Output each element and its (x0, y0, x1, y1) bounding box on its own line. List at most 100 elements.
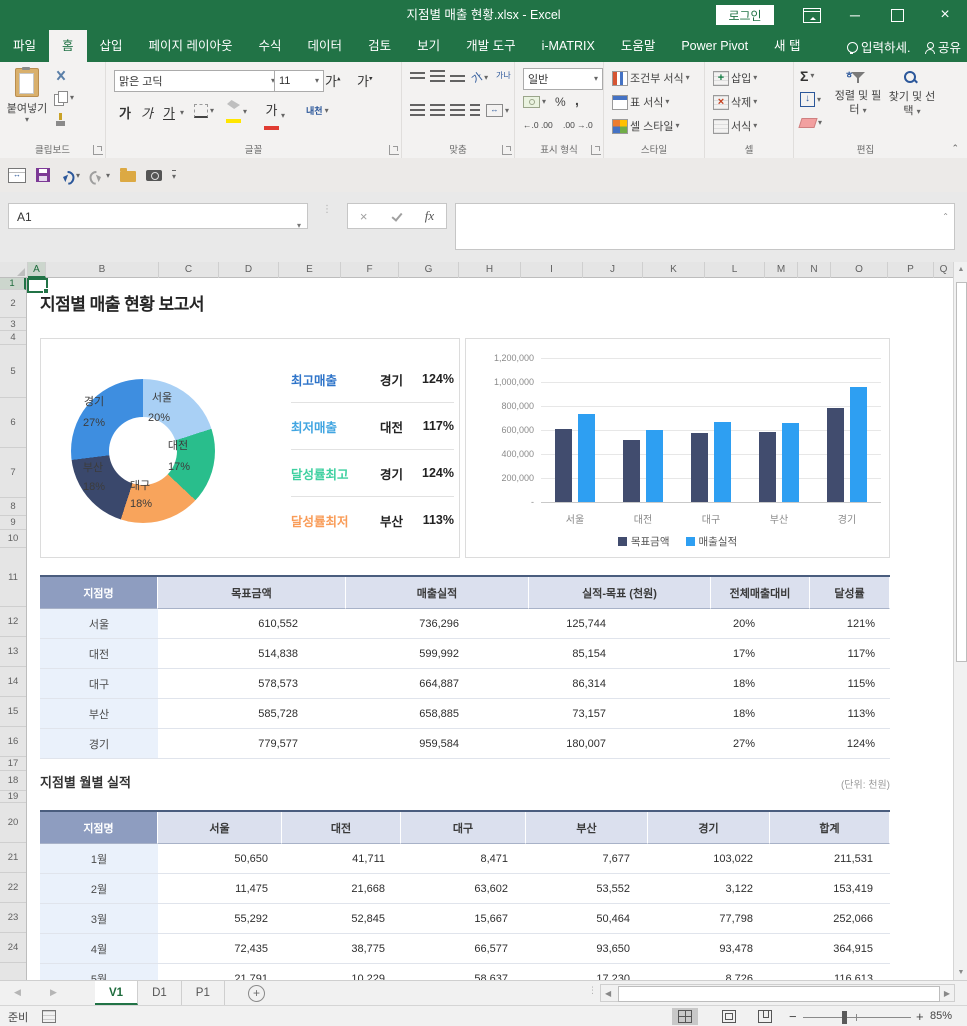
grow-font-button[interactable]: 가▴ (322, 70, 343, 91)
table-tool-icon[interactable]: ↔ (8, 168, 26, 183)
bar-목표금액[interactable] (623, 440, 640, 502)
table-cell[interactable]: 599,992 (346, 639, 529, 669)
bar-매출실적[interactable] (782, 423, 799, 502)
font-name-select[interactable]: 맑은 고딕▾ (114, 70, 280, 92)
select-all-corner[interactable] (0, 262, 28, 278)
sheet-tab-D1[interactable]: D1 (138, 981, 182, 1005)
tab-페이지 레이아웃[interactable]: 페이지 레이아웃 (136, 30, 246, 62)
row-header-3[interactable]: 3 (0, 318, 26, 331)
page-layout-view-button[interactable] (716, 1008, 742, 1025)
table-cell[interactable]: 1월 (40, 844, 158, 874)
table-cell[interactable]: 21,668 (282, 874, 401, 904)
column-header-L[interactable]: L (705, 262, 765, 278)
tab-파일[interactable]: 파일 (0, 30, 49, 62)
table-cell[interactable]: 10,229 (282, 964, 401, 980)
conditional-formatting-button[interactable]: 조건부 서식▾ (612, 70, 690, 86)
table-cell[interactable]: 658,885 (346, 699, 529, 729)
tab-보기[interactable]: 보기 (404, 30, 453, 62)
tab-도움말[interactable]: 도움말 (608, 30, 669, 62)
accounting-format-button[interactable]: ▾ (523, 96, 546, 108)
row-header-21[interactable]: 21 (0, 843, 26, 873)
tab-홈[interactable]: 홈 (49, 30, 87, 62)
login-button[interactable]: 로그인 (716, 5, 774, 25)
row-header-4[interactable]: 4 (0, 331, 26, 345)
wrap-text-icon[interactable]: 가나 (496, 70, 511, 81)
page-break-view-button[interactable] (752, 1008, 778, 1025)
name-box[interactable]: A1▾ (8, 203, 308, 229)
fill-color-button[interactable]: ▾ (226, 100, 247, 124)
table-cell[interactable]: 664,887 (346, 669, 529, 699)
enter-entry-icon[interactable] (391, 211, 401, 221)
macro-record-icon[interactable] (42, 1010, 56, 1023)
bar-매출실적[interactable] (714, 422, 731, 502)
table-cell[interactable]: 경기 (40, 729, 158, 759)
bold-button[interactable]: 가 (116, 102, 134, 123)
table-cell[interactable]: 211,531 (770, 844, 890, 874)
bar-매출실적[interactable] (646, 430, 663, 502)
table-cell[interactable]: 585,728 (158, 699, 346, 729)
table-cell[interactable]: 121% (810, 609, 890, 639)
table-cell[interactable]: 72,435 (158, 934, 282, 964)
row-header-15[interactable]: 15 (0, 697, 26, 727)
table-cell[interactable]: 52,845 (282, 904, 401, 934)
scroll-up-icon[interactable]: ▲ (954, 266, 967, 273)
sheet-tab-P1[interactable]: P1 (182, 981, 225, 1005)
table-cell[interactable]: 8,471 (401, 844, 526, 874)
table-cell[interactable]: 103,022 (648, 844, 770, 874)
table-cell[interactable]: 18% (711, 699, 810, 729)
zoom-level[interactable]: 85% (930, 1010, 952, 1022)
dialog-launcher-icon[interactable] (591, 145, 601, 155)
insert-cells-button[interactable]: +삽입▾ (713, 70, 757, 86)
table-cell[interactable]: 17% (711, 639, 810, 669)
paste-button[interactable]: 붙여넣기▾ (6, 68, 48, 140)
zoom-out-button[interactable]: − (789, 1009, 797, 1024)
table-cell[interactable]: 66,577 (401, 934, 526, 964)
table-cell[interactable]: 736,296 (346, 609, 529, 639)
comma-style-button[interactable]: , (575, 92, 579, 108)
dialog-launcher-icon[interactable] (93, 145, 103, 155)
column-header-E[interactable]: E (279, 262, 341, 278)
table-cell[interactable]: 578,573 (158, 669, 346, 699)
table-cell[interactable]: 부산 (40, 699, 158, 729)
close-button[interactable]: × (928, 0, 962, 30)
vertical-scroll-thumb[interactable] (956, 282, 967, 662)
tab-개발 도구[interactable]: 개발 도구 (453, 30, 528, 62)
format-cells-button[interactable]: 서식▾ (713, 118, 757, 134)
table-cell[interactable]: 252,066 (770, 904, 890, 934)
formula-input[interactable]: ⌃ (455, 203, 955, 250)
format-as-table-button[interactable]: 표 서식▾ (612, 94, 669, 110)
fill-button[interactable]: ↓▾ (800, 92, 821, 107)
cell-styles-button[interactable]: 셀 스타일▾ (612, 118, 680, 134)
clear-button[interactable]: ▾ (800, 118, 822, 128)
normal-view-button[interactable] (672, 1008, 698, 1025)
table-cell[interactable]: 63,602 (401, 874, 526, 904)
undo-button[interactable]: ▾ (60, 170, 80, 180)
table-cell[interactable]: 4월 (40, 934, 158, 964)
table-cell[interactable]: 117% (810, 639, 890, 669)
align-top-icon[interactable] (410, 72, 425, 80)
copy-button[interactable]: ▾ (54, 91, 74, 105)
redo-button[interactable]: ▾ (90, 170, 110, 180)
tab-i-MATRIX[interactable]: i-MATRIX (529, 30, 608, 62)
camera-icon[interactable] (146, 170, 162, 181)
sort-filter-button[interactable]: ㅎ 정렬 및 필터 ▾ (832, 70, 884, 118)
scroll-down-icon[interactable]: ▼ (954, 969, 967, 976)
table-cell[interactable]: 38,775 (282, 934, 401, 964)
align-right-icon[interactable] (450, 104, 465, 116)
tab-검토[interactable]: 검토 (355, 30, 404, 62)
table-cell[interactable]: 180,007 (529, 729, 711, 759)
row-header-11[interactable]: 11 (0, 548, 26, 607)
table-cell[interactable]: 7,677 (526, 844, 648, 874)
underline-button[interactable]: 가▾ (160, 102, 184, 123)
row-header-2[interactable]: 2 (0, 290, 26, 318)
column-header-M[interactable]: M (765, 262, 798, 278)
table-cell[interactable]: 93,650 (526, 934, 648, 964)
row-header-7[interactable]: 7 (0, 448, 26, 498)
add-sheet-button[interactable]: + (248, 985, 265, 1002)
table-cell[interactable]: 364,915 (770, 934, 890, 964)
column-header-N[interactable]: N (798, 262, 831, 278)
column-header-O[interactable]: O (831, 262, 888, 278)
sheet-grid[interactable]: 지점별 매출 현황 보고서 서울20%대전17%대구18%부산18%경기27% … (27, 278, 953, 980)
horizontal-scroll-thumb[interactable] (618, 986, 940, 1002)
row-header-18[interactable]: 18 (0, 771, 26, 791)
